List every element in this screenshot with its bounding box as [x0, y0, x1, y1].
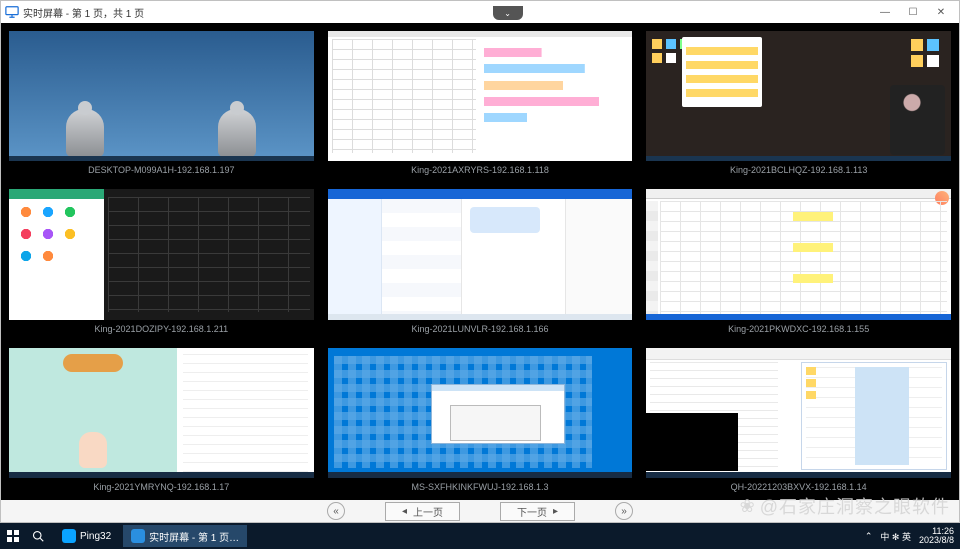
screen-cell[interactable]: King-2021AXRYRS-192.168.1.118 — [322, 25, 639, 181]
ping32-icon — [62, 529, 76, 543]
screen-label: King-2021YMRYNQ-192.168.1.17 — [3, 478, 320, 498]
maximize-button[interactable]: ☐ — [899, 3, 927, 21]
screen-grid: DESKTOP-M099A1H-192.168.1.197 King-2021A… — [1, 23, 959, 500]
close-button[interactable]: ✕ — [927, 3, 955, 21]
screen-thumbnail[interactable] — [328, 348, 633, 478]
taskbar-app-label: Ping32 — [80, 531, 111, 542]
screen-label: King-2021AXRYRS-192.168.1.118 — [322, 161, 639, 181]
next-page-label: 下一页 — [517, 504, 547, 519]
last-page-button[interactable]: » — [615, 502, 633, 520]
screen-label: DESKTOP-M099A1H-192.168.1.197 — [3, 161, 320, 181]
screen-label: MS-SXFHKINKFWUJ-192.168.1.3 — [322, 478, 639, 498]
screen-thumbnail[interactable] — [646, 348, 951, 478]
screen-label: King-2021DOZIPY-192.168.1.211 — [3, 320, 320, 340]
screen-cell[interactable]: MS-SXFHKINKFWUJ-192.168.1.3 — [322, 342, 639, 498]
monitor-icon — [5, 5, 19, 19]
screen-cell[interactable]: King-2021DOZIPY-192.168.1.211 — [3, 183, 320, 339]
prev-page-label: 上一页 — [413, 504, 443, 519]
screen-thumbnail[interactable] — [9, 348, 314, 478]
screen-thumbnail[interactable] — [646, 31, 951, 161]
window-title: 实时屏幕 - 第 1 页，共 1 页 — [23, 5, 144, 20]
screen-label: King-2021LUNVLR-192.168.1.166 — [322, 320, 639, 340]
screen-cell[interactable]: King-2021BCLHQZ-192.168.1.113 — [640, 25, 957, 181]
first-page-button[interactable]: « — [327, 502, 345, 520]
screen-cell[interactable]: DESKTOP-M099A1H-192.168.1.197 — [3, 25, 320, 181]
screen-cell[interactable]: King-2021YMRYNQ-192.168.1.17 — [3, 342, 320, 498]
screen-cell[interactable]: QH-20221203BXVX-192.168.1.14 — [640, 342, 957, 498]
tray-ime-indicator[interactable]: 中 ✻ 英 — [880, 530, 911, 543]
screen-label: QH-20221203BXVX-192.168.1.14 — [640, 478, 957, 498]
screen-thumbnail[interactable] — [328, 189, 633, 319]
start-button[interactable] — [0, 523, 26, 549]
realtime-screens-window: 实时屏幕 - 第 1 页，共 1 页 ⌄ — ☐ ✕ DESKTOP-M099A… — [0, 0, 960, 523]
system-tray[interactable]: ⌃ 中 ✻ 英 11:26 2023/8/8 — [859, 527, 960, 546]
screen-thumbnail[interactable] — [9, 189, 314, 319]
taskbar-search-icon[interactable] — [26, 530, 50, 542]
screen-label: King-2021BCLHQZ-192.168.1.113 — [640, 161, 957, 181]
taskbar-app-label: 实时屏幕 - 第 1 页… — [149, 529, 239, 544]
screen-cell[interactable]: King-2021LUNVLR-192.168.1.166 — [322, 183, 639, 339]
titlebar: 实时屏幕 - 第 1 页，共 1 页 ⌄ — ☐ ✕ — [1, 1, 959, 23]
screen-cell[interactable]: King-2021PKWDXC-192.168.1.155 — [640, 183, 957, 339]
screen-thumbnail[interactable] — [9, 31, 314, 161]
minimize-button[interactable]: — — [871, 3, 899, 21]
next-page-button[interactable]: 下一页 ▸ — [500, 502, 575, 521]
toolbar-dropdown[interactable]: ⌄ — [493, 6, 523, 20]
pager-bar: « ◂ 上一页 下一页 ▸ » — [1, 500, 959, 522]
screen-label: King-2021PKWDXC-192.168.1.155 — [640, 320, 957, 340]
taskbar-app-realtime[interactable]: 实时屏幕 - 第 1 页… — [123, 525, 247, 547]
screen-thumbnail[interactable] — [646, 189, 951, 319]
tray-chevron-icon[interactable]: ⌃ — [865, 531, 873, 542]
taskbar-app-ping32[interactable]: Ping32 — [54, 525, 119, 547]
prev-page-button[interactable]: ◂ 上一页 — [385, 502, 460, 521]
screen-thumbnail[interactable] — [328, 31, 633, 161]
windows-taskbar: Ping32 实时屏幕 - 第 1 页… ⌃ 中 ✻ 英 11:26 2023/… — [0, 523, 960, 549]
tray-date: 2023/8/8 — [919, 536, 954, 545]
monitor-icon — [131, 529, 145, 543]
